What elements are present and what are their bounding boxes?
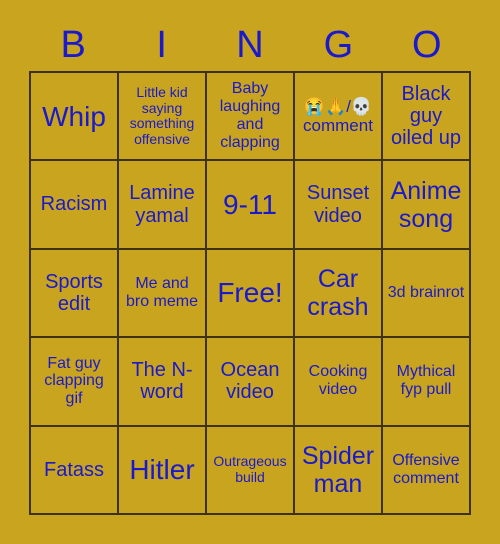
bingo-header-letter-g: G xyxy=(323,24,354,66)
bingo-cell-label: Ocean video xyxy=(220,359,280,404)
bingo-cell-r1c4[interactable]: 😭🙏/💀 comment xyxy=(295,73,383,162)
bingo-cell-r4c4[interactable]: Cooking video xyxy=(295,338,383,427)
bingo-cell-label: Me and bro meme xyxy=(125,275,199,310)
bingo-cell-label: Sports edit xyxy=(45,270,103,315)
bingo-cell-label: Offensive comment xyxy=(392,451,460,487)
bingo-cell-r3c5[interactable]: 3d brainrot xyxy=(383,249,471,339)
bingo-cell-r5c5[interactable]: Offensive comment xyxy=(383,426,471,515)
bingo-cell-r1c5[interactable]: Black guy oiled up xyxy=(383,73,471,162)
bingo-cell-r2c5[interactable]: Anime song xyxy=(383,161,471,250)
bingo-cell-label: Fatass xyxy=(43,458,105,481)
bingo-cell-label: Anime song xyxy=(390,176,462,233)
bingo-cell-label: Outrageous build xyxy=(213,453,287,485)
bingo-cell-r5c2[interactable]: Hitler xyxy=(119,426,207,515)
bingo-cell-label: Car crash xyxy=(307,264,369,321)
bingo-cell-label: 😭🙏/💀 comment xyxy=(303,97,373,136)
bingo-cell-r2c2[interactable]: Lamine yamal xyxy=(119,161,207,250)
bingo-cell-r3c4[interactable]: Car crash xyxy=(295,249,383,339)
bingo-grid: Whip Little kid saying something offensiv… xyxy=(29,71,471,515)
bingo-cell-label: Spider man xyxy=(301,441,375,498)
bingo-cell-label: Fat guy clapping gif xyxy=(44,354,104,408)
bingo-cell-r3c2[interactable]: Me and bro meme xyxy=(119,249,207,339)
bingo-header-letter-o: O xyxy=(412,24,442,66)
bingo-cell-r2c4[interactable]: Sunset video xyxy=(295,161,383,250)
bingo-cell-r1c3[interactable]: Baby laughing and clapping xyxy=(207,73,295,162)
bingo-cell-r4c2[interactable]: The N-word xyxy=(119,338,207,427)
bingo-cell-label: Little kid saying something offensive xyxy=(129,83,195,147)
bingo-cell-r1c2[interactable]: Little kid saying something offensive xyxy=(119,73,207,162)
bingo-cell-label: Cooking video xyxy=(308,363,368,399)
bingo-cell-r4c5[interactable]: Mythical fyp pull xyxy=(383,338,471,427)
bingo-cell-r4c1[interactable]: Fat guy clapping gif xyxy=(31,338,119,427)
bingo-cell-label: Racism xyxy=(40,193,108,216)
bingo-cell-label: Whip xyxy=(42,100,106,132)
bingo-cell-r4c3[interactable]: Ocean video xyxy=(207,338,295,427)
bingo-cell-label: Sunset video xyxy=(306,182,370,227)
bingo-cell-label: 9-11 xyxy=(223,188,277,220)
bingo-header-letter-b: B xyxy=(60,24,86,66)
bingo-cell-r3c1[interactable]: Sports edit xyxy=(31,249,119,339)
bingo-cell-label: Free! xyxy=(217,277,283,309)
bingo-cell-r2c3[interactable]: 9-11 xyxy=(207,161,295,250)
bingo-header: BINGO xyxy=(29,20,471,70)
bingo-cell-r3c3[interactable]: Free! xyxy=(207,249,295,339)
bingo-cell-label: Hitler xyxy=(129,454,195,486)
bingo-cell-label: Baby laughing and clapping xyxy=(219,80,281,152)
bingo-card: B I N G O Whip Little kid saying something of… xyxy=(0,0,500,544)
bingo-cell-label: Mythical fyp pull xyxy=(396,363,456,399)
bingo-header-letter-n: N xyxy=(236,24,264,66)
bingo-cell-label: 3d brainrot xyxy=(387,284,465,302)
bingo-cell-label: The N-word xyxy=(131,359,193,404)
bingo-cell-r5c1[interactable]: Fatass xyxy=(31,426,119,515)
bingo-cell-label: Lamine yamal xyxy=(129,182,195,227)
bingo-cell-r5c4[interactable]: Spider man xyxy=(295,426,383,515)
bingo-cell-r2c1[interactable]: Racism xyxy=(31,161,119,250)
bingo-cell-r1c1[interactable]: Whip xyxy=(31,73,119,162)
bingo-cell-label: Black guy oiled up xyxy=(390,82,462,150)
bingo-header-letter-i: I xyxy=(156,24,167,66)
bingo-cell-r5c3[interactable]: Outrageous build xyxy=(207,426,295,515)
